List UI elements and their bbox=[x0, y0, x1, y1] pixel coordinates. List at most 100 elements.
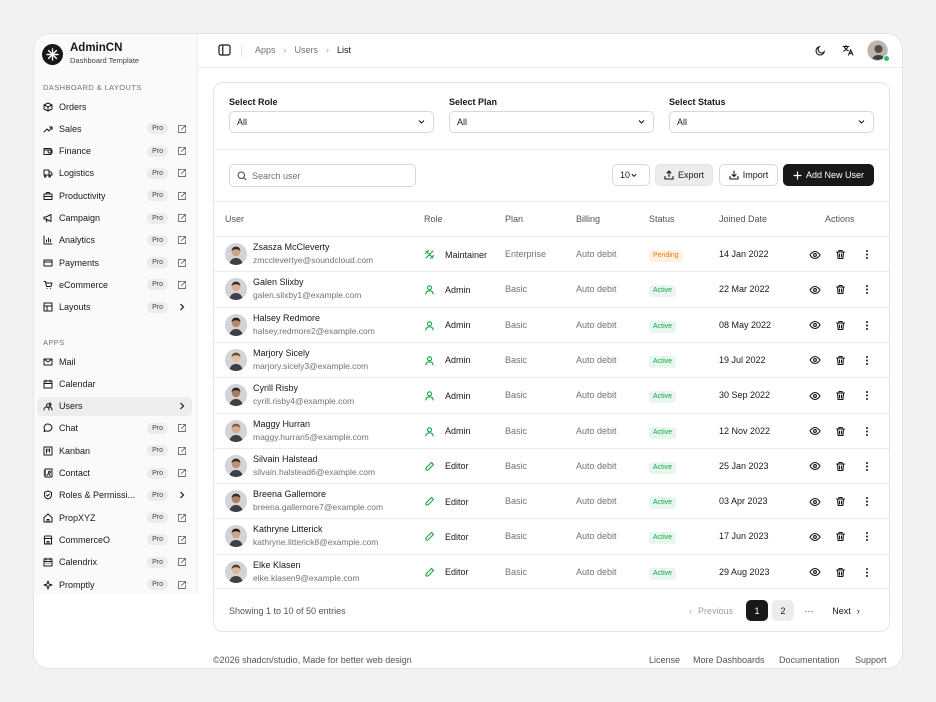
trash-icon[interactable] bbox=[834, 389, 847, 402]
trash-icon[interactable] bbox=[834, 530, 847, 543]
breadcrumb-users[interactable]: Users bbox=[295, 45, 319, 55]
sidebar-item-roles-permissi[interactable]: Roles & Permissi... Pro bbox=[37, 486, 192, 505]
page-1-button[interactable]: 1 bbox=[746, 600, 768, 621]
sidebar-item-promptly[interactable]: Promptly Pro bbox=[37, 575, 192, 594]
plan-select[interactable]: All bbox=[449, 111, 654, 133]
header-plan[interactable]: Plan bbox=[505, 214, 523, 224]
user-name[interactable]: Cyrill Risby bbox=[253, 383, 298, 393]
footer-documentation-link[interactable]: Documentation bbox=[779, 655, 840, 665]
sidebar-item-sales[interactable]: Sales Pro bbox=[37, 119, 192, 138]
import-button[interactable]: Import bbox=[719, 164, 778, 186]
sidebar-item-mail[interactable]: Mail bbox=[37, 352, 192, 371]
trash-icon[interactable] bbox=[834, 495, 847, 508]
user-name[interactable]: Kathryne Litterick bbox=[253, 524, 323, 534]
moon-icon[interactable] bbox=[813, 43, 827, 57]
user-name[interactable]: Halsey Redmore bbox=[253, 313, 320, 323]
translate-icon[interactable] bbox=[841, 43, 855, 57]
avatar[interactable] bbox=[225, 313, 247, 336]
more-vertical-icon[interactable] bbox=[860, 530, 873, 543]
more-vertical-icon[interactable] bbox=[860, 460, 873, 473]
trash-icon[interactable] bbox=[834, 248, 847, 261]
trash-icon[interactable] bbox=[834, 566, 847, 579]
sidebar-item-commerceo[interactable]: CommerceO Pro bbox=[37, 530, 192, 549]
sidebar-item-propxyz[interactable]: PropXYZ Pro bbox=[37, 508, 192, 527]
avatar[interactable] bbox=[225, 243, 247, 265]
footer-support-link[interactable]: Support bbox=[855, 655, 887, 665]
trash-icon[interactable] bbox=[834, 319, 847, 332]
user-name[interactable]: Zsasza McCleverty bbox=[253, 242, 330, 252]
trash-icon[interactable] bbox=[834, 460, 847, 473]
pro-badge: Pro bbox=[147, 301, 168, 313]
user-name[interactable]: Breena Gallemore bbox=[253, 489, 326, 499]
sidebar-item-logistics[interactable]: Logistics Pro bbox=[37, 164, 192, 183]
status-select[interactable]: All bbox=[669, 111, 874, 133]
next-page-button[interactable]: Next › bbox=[826, 600, 866, 621]
avatar[interactable] bbox=[225, 490, 247, 513]
search-input[interactable]: Search user bbox=[229, 164, 416, 187]
sidebar-item-payments[interactable]: Payments Pro bbox=[37, 253, 192, 272]
footer-license-link[interactable]: License bbox=[649, 655, 680, 665]
eye-icon[interactable] bbox=[808, 566, 821, 579]
eye-icon[interactable] bbox=[808, 354, 821, 367]
previous-page-button[interactable]: ‹ Previous bbox=[684, 600, 738, 621]
more-vertical-icon[interactable] bbox=[860, 425, 873, 438]
eye-icon[interactable] bbox=[808, 460, 821, 473]
more-vertical-icon[interactable] bbox=[860, 566, 873, 579]
more-vertical-icon[interactable] bbox=[860, 354, 873, 367]
sidebar-item-users[interactable]: Users bbox=[37, 396, 192, 416]
footer-more-dashboards-link[interactable]: More Dashboards bbox=[693, 655, 765, 665]
eye-icon[interactable] bbox=[808, 283, 821, 296]
add-new-user-button[interactable]: Add New User bbox=[783, 164, 874, 186]
page-2-button[interactable]: 2 bbox=[772, 600, 794, 621]
sidebar-item-calendar[interactable]: Calendar bbox=[37, 374, 192, 393]
eye-icon[interactable] bbox=[808, 495, 821, 508]
trash-icon[interactable] bbox=[834, 425, 847, 438]
avatar[interactable] bbox=[225, 454, 247, 477]
sidebar-item-layouts[interactable]: Layouts Pro bbox=[37, 298, 192, 317]
eye-icon[interactable] bbox=[808, 319, 821, 332]
header-role[interactable]: Role bbox=[424, 214, 443, 224]
sidebar-item-calendrix[interactable]: Calendrix Pro bbox=[37, 553, 192, 572]
sidebar-item-kanban[interactable]: Kanban Pro bbox=[37, 441, 192, 460]
eye-icon[interactable] bbox=[808, 248, 821, 261]
brand[interactable]: AdminCN Dashboard Template bbox=[42, 42, 139, 66]
header-status[interactable]: Status bbox=[649, 214, 675, 224]
avatar[interactable] bbox=[225, 278, 247, 301]
eye-icon[interactable] bbox=[808, 530, 821, 543]
eye-icon[interactable] bbox=[808, 389, 821, 402]
user-name[interactable]: Maggy Hurran bbox=[253, 419, 310, 429]
role-select[interactable]: All bbox=[229, 111, 434, 133]
sidebar-item-ecommerce[interactable]: eCommerce Pro bbox=[37, 275, 192, 294]
trash-icon[interactable] bbox=[834, 354, 847, 367]
breadcrumb-apps[interactable]: Apps bbox=[255, 45, 276, 55]
sidebar-item-productivity[interactable]: Productivity Pro bbox=[37, 186, 192, 205]
sidebar-item-finance[interactable]: Finance Pro bbox=[37, 142, 192, 161]
eye-icon[interactable] bbox=[808, 425, 821, 438]
more-vertical-icon[interactable] bbox=[860, 248, 873, 261]
sidebar-item-analytics[interactable]: Analytics Pro bbox=[37, 231, 192, 250]
sidebar-item-contact[interactable]: Contact Pro bbox=[37, 464, 192, 483]
sidebar-item-campaign[interactable]: Campaign Pro bbox=[37, 209, 192, 228]
more-vertical-icon[interactable] bbox=[860, 495, 873, 508]
header-billing[interactable]: Billing bbox=[576, 214, 600, 224]
more-vertical-icon[interactable] bbox=[860, 389, 873, 402]
avatar[interactable] bbox=[225, 348, 247, 371]
header-joined-date[interactable]: Joined Date bbox=[719, 214, 767, 224]
user-name[interactable]: Galen Slixby bbox=[253, 277, 304, 287]
user-name[interactable]: Silvain Halstead bbox=[253, 454, 318, 464]
more-vertical-icon[interactable] bbox=[860, 283, 873, 296]
avatar[interactable] bbox=[225, 560, 247, 583]
user-name[interactable]: Marjory Sicely bbox=[253, 348, 310, 358]
user-name[interactable]: Elke Klasen bbox=[253, 560, 301, 570]
sidebar-item-orders[interactable]: Orders bbox=[37, 97, 192, 116]
sidebar-item-chat[interactable]: Chat Pro bbox=[37, 419, 192, 438]
avatar[interactable] bbox=[225, 525, 247, 548]
more-vertical-icon[interactable] bbox=[860, 319, 873, 332]
trash-icon[interactable] bbox=[834, 283, 847, 296]
header-user[interactable]: User bbox=[225, 214, 244, 224]
avatar[interactable] bbox=[225, 419, 247, 442]
avatar[interactable] bbox=[225, 384, 247, 407]
page-size-select[interactable]: 10 bbox=[612, 164, 650, 186]
export-button[interactable]: Export bbox=[655, 164, 713, 186]
sidebar-toggle-icon[interactable] bbox=[217, 43, 231, 57]
